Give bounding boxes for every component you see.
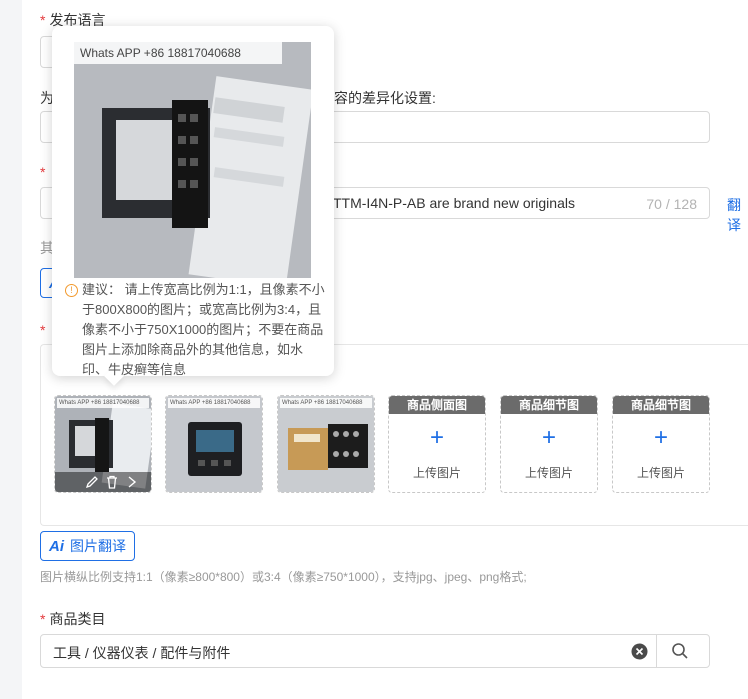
image-watermark: Whats APP +86 18817040688 [168, 398, 260, 408]
required-mark: * [40, 611, 46, 627]
delete-icon[interactable] [105, 475, 119, 489]
slot-title: 商品细节图 [501, 396, 597, 414]
upload-slot-detail-2[interactable]: 商品细节图 + 上传图片 [612, 395, 710, 493]
diff-settings-label: 容的差异化设置: [334, 90, 436, 106]
product-photo [166, 396, 262, 492]
uploaded-image-2[interactable]: Whats APP +86 18817040688 [165, 395, 263, 493]
title-char-count: 70 / 128 [646, 196, 697, 212]
popover-watermark: Whats APP +86 18817040688 [80, 46, 241, 60]
required-mark: * [40, 12, 46, 28]
uploaded-image-3[interactable]: Whats APP +86 18817040688 [277, 395, 375, 493]
image-format-hint: 图片横纵比例支持1:1（像素≥800*800）或3:4（像素≥750*1000）… [40, 570, 527, 584]
title-input-value: TTM-I4N-P-AB are brand new originals [333, 195, 575, 211]
plus-icon: + [429, 424, 444, 451]
image-watermark: Whats APP +86 18817040688 [57, 398, 149, 408]
slot-title: 商品侧面图 [389, 396, 485, 414]
category-select[interactable]: 工具 / 仪器仪表 / 配件与附件 [40, 634, 710, 668]
product-photo [278, 396, 374, 492]
ai-image-translate-label: 图片翻译 [70, 538, 126, 554]
image-watermark: Whats APP +86 18817040688 [280, 398, 372, 408]
plus-icon: + [541, 424, 556, 451]
ai-image-translate-button[interactable]: Ai 图片翻译 [40, 531, 135, 561]
image-upload-tip: 建议： 请上传宽高比例为1:1，且像素不小于800X800的图片；或宽高比例为3… [82, 282, 325, 377]
search-icon[interactable] [671, 642, 689, 660]
divider [656, 635, 657, 667]
chevron-right-icon[interactable] [127, 476, 137, 488]
upload-slot-side-view[interactable]: 商品侧面图 + 上传图片 [388, 395, 486, 493]
uploaded-image-1[interactable]: Whats APP +86 18817040688 [54, 395, 152, 493]
images-label: * [40, 322, 46, 338]
product-photo [74, 42, 311, 278]
edit-icon[interactable] [85, 475, 99, 489]
upload-label: 上传图片 [636, 466, 685, 480]
category-label: * 商品类目 [40, 611, 106, 627]
upload-label: 上传图片 [524, 466, 573, 480]
popover-preview-image: Whats APP +86 18817040688 [74, 42, 311, 278]
ai-icon: Ai [49, 537, 64, 555]
image-preview-popover: Whats APP +86 18817040688 ! 建议： 请上传宽高比例为… [52, 26, 334, 386]
image-actions-bar [55, 472, 151, 492]
title-label: * [40, 164, 46, 180]
slot-title: 商品细节图 [613, 396, 709, 414]
plus-icon: + [653, 424, 668, 451]
warning-icon: ! [65, 284, 78, 297]
category-value: 工具 / 仪器仪表 / 配件与附件 [53, 645, 231, 661]
upload-slot-detail-1[interactable]: 商品细节图 + 上传图片 [500, 395, 598, 493]
clear-icon[interactable] [631, 643, 648, 660]
upload-label: 上传图片 [412, 466, 461, 480]
translate-link[interactable]: 翻译 [727, 195, 748, 235]
